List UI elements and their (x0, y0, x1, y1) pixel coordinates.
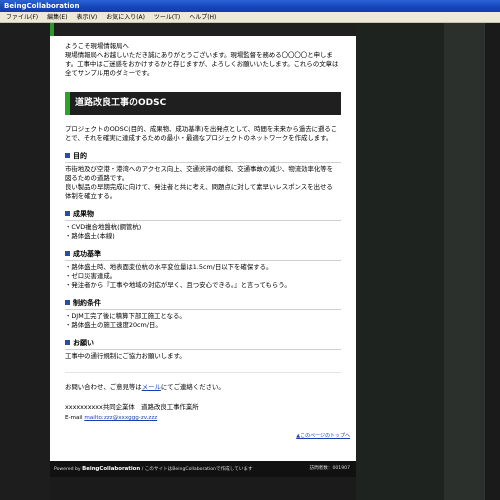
organization-name: xxxxxxxxxx共同企業体 道路改良工事作業所 (65, 403, 199, 411)
square-bullet-icon (65, 251, 70, 256)
odsc-text-line: プロジェクトのODSC(目的、成果物、成功基準)を出発点として、時間を未来から過… (65, 125, 338, 133)
deliverables-heading: 成果物 (65, 210, 94, 219)
window-title: BeingCollaboration (4, 2, 80, 10)
menu-view[interactable]: 表示(V) (76, 14, 97, 21)
constraint-item: ・DJM工完了後に積算下部工施工となる。 (65, 312, 186, 320)
intro-heading: ようこそ現場情報局へ (65, 42, 129, 50)
square-bullet-icon (65, 340, 70, 345)
menu-file[interactable]: ファイル(F) (6, 14, 38, 21)
odsc-text-line: とで、それを確実に達成するための最小・最適なプロジェクトのネットワークを作成しま… (65, 134, 333, 142)
criteria-item: ・ゼロ災害達成。 (65, 272, 117, 280)
email-line: E-mail mailto:zzz@xxxggg-zv.zzz (65, 415, 158, 421)
divider (65, 260, 341, 261)
divider (65, 349, 341, 350)
contact-line: お問い合わせ、ご意見等はメールにてご連絡ください。 (65, 383, 225, 391)
criteria-item: ・路体盛土時、地表面変位杭の水平変位量は1.5cm/日以下を確保する。 (65, 263, 273, 271)
email-link[interactable]: mailto:zzz@xxxggg-zv.zzz (84, 415, 157, 421)
intro-text-line: 現場情報局へお越しいただき誠にありがとうございます。現場監督を務める〇〇〇〇と申… (65, 51, 333, 59)
menu-edit[interactable]: 編集(E) (47, 14, 67, 21)
square-bullet-icon (65, 300, 70, 305)
constraint-item: ・路体盛土の施工速度20cm/日。 (65, 321, 162, 329)
menu-bar: ファイル(F) 編集(E) 表示(V) お気に入り(A) ツール(T) ヘルプ(… (0, 12, 500, 23)
request-text: 工事中の通行規制にご協力お願いします。 (65, 352, 186, 360)
criteria-heading: 成功基準 (65, 250, 101, 259)
purpose-text-line: 市街地及び空港・港湾へのアクセス向上、交通渋滞の緩和、交通事故の減少、物流効率化… (65, 165, 334, 173)
footer: Powered by BeingCollaboration / このサイトはBe… (50, 461, 356, 477)
purpose-text-line: 良い製品の早期完成に向けて、発注者と共に考え、問題点に対して素早いレスポンスを出… (65, 183, 333, 191)
purpose-text-line: 体制を確立する。 (65, 192, 117, 200)
window-titlebar: BeingCollaboration (0, 0, 500, 12)
square-bullet-icon (65, 153, 70, 158)
purpose-heading: 目的 (65, 152, 87, 161)
menu-help[interactable]: ヘルプ(H) (189, 14, 216, 21)
right-stripe (444, 23, 484, 500)
divider (65, 372, 341, 373)
deliverable-item: ・路体盛土(本線) (65, 232, 115, 240)
request-heading: お願い (65, 339, 94, 348)
footer-brand: BeingCollaboration (82, 466, 141, 472)
constraints-heading: 制約条件 (65, 299, 101, 308)
footer-note: / このサイトはBeingCollaborationで作成しています (141, 467, 253, 472)
criteria-item: ・発注者から『工事や地域の対応が早く、且つ安心できる。』と言ってもらう。 (65, 281, 291, 289)
powered-by-label: Powered by (54, 467, 81, 472)
deliverable-item: ・CVD複合地盤杭(鋼管杭) (65, 223, 142, 231)
intro-text-line: 全てサンプル用のダミーです。 (65, 69, 154, 77)
menu-tools[interactable]: ツール(T) (154, 14, 180, 21)
left-gutter (0, 23, 50, 500)
visitor-counter: 訪問者数：001907 (309, 466, 350, 471)
mail-link[interactable]: メール (142, 383, 161, 391)
menu-favorites[interactable]: お気に入り(A) (106, 14, 145, 21)
square-bullet-icon (65, 211, 70, 216)
main-content: ようこそ現場情報局へ 現場情報局へお越しいただき誠にありがとうございます。現場監… (50, 23, 356, 461)
back-to-top-link[interactable]: ▲このページのトップへ (296, 432, 350, 441)
divider (65, 162, 341, 163)
bottom-band (50, 477, 356, 500)
top-band (50, 23, 356, 36)
intro-text-line: す。工事中はご迷惑をおかけするかと存じますが、よろしくお願いいたします。これらの… (65, 60, 339, 68)
divider (65, 309, 341, 310)
vertical-scrollbar[interactable] (484, 23, 500, 500)
divider (65, 220, 341, 221)
section-title: 道路改良工事のODSC (65, 92, 341, 115)
purpose-text-line: 図るための道路です。 (65, 174, 129, 182)
